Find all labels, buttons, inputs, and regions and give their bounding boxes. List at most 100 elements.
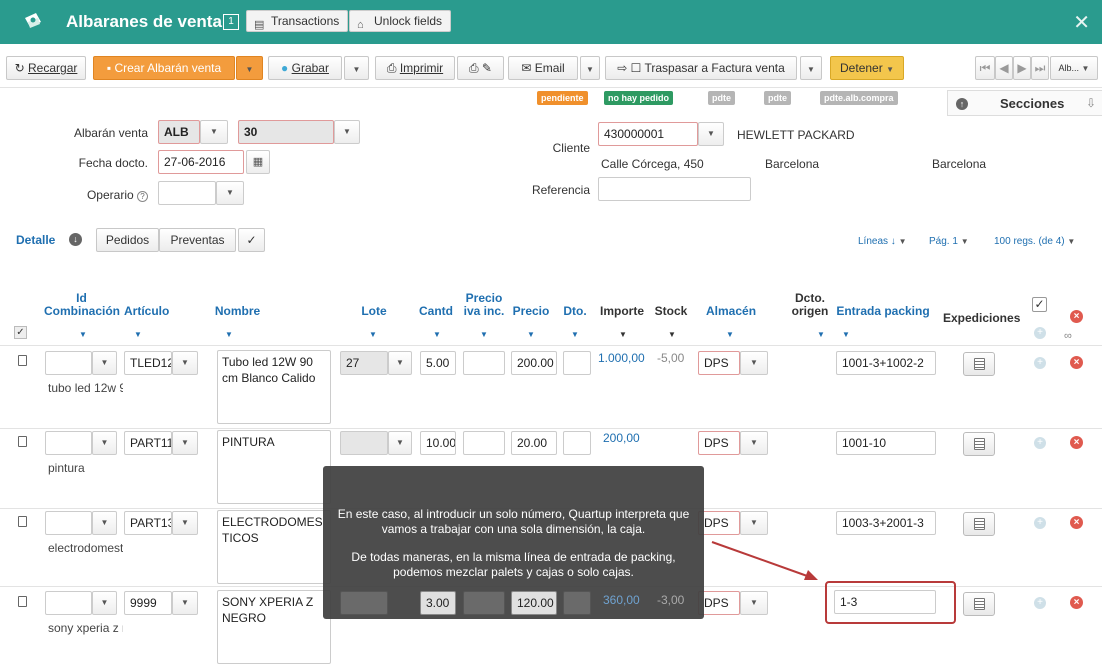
precio-field-row4[interactable]: 120.00: [511, 591, 557, 615]
first-record-icon[interactable]: ⏮: [975, 56, 995, 80]
almacen-field[interactable]: DPS: [698, 511, 740, 535]
expediciones-button[interactable]: [963, 512, 995, 536]
add-line-icon[interactable]: +: [1034, 357, 1046, 369]
operario-dropdown[interactable]: ▼: [216, 181, 244, 205]
dto-field-row4[interactable]: [563, 591, 591, 615]
almacen-dropdown[interactable]: ▼: [740, 351, 768, 375]
col-cantd[interactable]: Cantd: [418, 305, 454, 318]
col-precio-iva[interactable]: Precio iva inc.: [462, 292, 506, 318]
crear-albaran-button[interactable]: ▪ Crear Albarán venta: [93, 56, 235, 80]
entrada-packing-field[interactable]: 1003-3+2001-3: [836, 511, 936, 535]
sort-caret-stock[interactable]: ▼: [668, 330, 676, 339]
combinacion-field[interactable]: [45, 511, 92, 535]
email-button[interactable]: ✉ Email: [508, 56, 578, 80]
articulo-field[interactable]: PART13: [124, 511, 172, 535]
expediciones-button[interactable]: [963, 432, 995, 456]
serie-dropdown[interactable]: ▼: [200, 120, 228, 144]
articulo-dropdown[interactable]: ▼: [172, 431, 198, 455]
lote-dropdown[interactable]: ▼: [388, 431, 412, 455]
add-line-icon[interactable]: +: [1034, 327, 1046, 339]
delete-line-icon[interactable]: ×: [1070, 596, 1083, 609]
almacen-dropdown[interactable]: ▼: [740, 431, 768, 455]
detalle-collapse-icon[interactable]: ↓: [69, 233, 82, 246]
combinacion-field[interactable]: [45, 431, 92, 455]
help-icon[interactable]: ?: [137, 191, 148, 202]
nombre-textarea[interactable]: SONY XPERIA Z NEGRO: [217, 590, 331, 664]
secciones-panel[interactable]: ↑ Secciones ⇩: [947, 90, 1102, 116]
add-line-icon[interactable]: +: [1034, 517, 1046, 529]
cliente-dropdown[interactable]: ▼: [698, 122, 724, 146]
sort-caret-dto[interactable]: ▼: [571, 330, 579, 339]
precio-iva-field[interactable]: [463, 431, 505, 455]
calendar-icon[interactable]: ▦: [246, 150, 270, 174]
cliente-code-field[interactable]: 430000001: [598, 122, 698, 146]
expediciones-button[interactable]: [963, 352, 995, 376]
sort-caret-almacen[interactable]: ▼: [726, 330, 734, 339]
document-icon[interactable]: [18, 596, 27, 607]
add-line-icon[interactable]: +: [1034, 597, 1046, 609]
pedidos-button[interactable]: Pedidos: [96, 228, 159, 252]
add-line-icon[interactable]: +: [1034, 437, 1046, 449]
lote-field[interactable]: [340, 431, 388, 455]
sort-caret-entrada[interactable]: ▼: [842, 330, 850, 339]
entrada-packing-field[interactable]: 1001-3+1002-2: [836, 351, 936, 375]
col-dto[interactable]: Dto.: [562, 305, 588, 318]
sort-caret-cantd[interactable]: ▼: [433, 330, 441, 339]
combinacion-dropdown[interactable]: ▼: [92, 591, 117, 615]
precio-field[interactable]: 20.00: [511, 431, 557, 455]
select-all-checkbox[interactable]: ✓: [1032, 297, 1047, 312]
col-articulo[interactable]: Artículo: [124, 305, 169, 318]
sort-caret-dcto[interactable]: ▼: [817, 330, 825, 339]
articulo-dropdown[interactable]: ▼: [172, 351, 198, 375]
precio-iva-field-row4[interactable]: [463, 591, 505, 615]
nombre-textarea[interactable]: PINTURA: [217, 430, 331, 504]
transactions-button[interactable]: ▤ Transactions: [246, 10, 349, 32]
dto-field[interactable]: [563, 351, 591, 375]
sort-caret-precio-iva[interactable]: ▼: [480, 330, 488, 339]
articulo-dropdown[interactable]: ▼: [172, 591, 198, 615]
sort-caret-precio[interactable]: ▼: [527, 330, 535, 339]
registros-selector[interactable]: 100 regs. (de 4) ▼: [994, 236, 1075, 247]
fecha-docto-field[interactable]: 27-06-2016: [158, 150, 244, 174]
delete-all-icon[interactable]: ×: [1070, 310, 1083, 323]
albaran-numero-field[interactable]: 30: [238, 120, 334, 144]
almacen-dropdown[interactable]: ▼: [740, 591, 768, 615]
combinacion-dropdown[interactable]: ▼: [92, 431, 117, 455]
col-nombre[interactable]: Nombre: [210, 305, 265, 318]
document-icon[interactable]: [18, 436, 27, 447]
cantd-field[interactable]: 5.00: [420, 351, 456, 375]
lote-field[interactable]: 27: [340, 351, 388, 375]
col-lote[interactable]: Lote: [358, 305, 390, 318]
document-icon[interactable]: [18, 516, 27, 527]
sort-caret-id[interactable]: ▼: [79, 330, 87, 339]
nombre-textarea[interactable]: ELECTRODOMESTICOS: [217, 510, 331, 584]
print-edit-button[interactable]: ⎙ ✎: [457, 56, 504, 80]
lineas-sort-link[interactable]: Líneas ↓ ▼: [858, 236, 907, 247]
col-almacen[interactable]: Almacén: [706, 305, 756, 318]
pagina-selector[interactable]: Pág. 1 ▼: [929, 236, 969, 247]
numero-dropdown[interactable]: ▼: [334, 120, 360, 144]
articulo-field[interactable]: TLED12: [124, 351, 172, 375]
sort-caret-lote[interactable]: ▼: [369, 330, 377, 339]
traspasar-button[interactable]: ⇨ ☐ Traspasar a Factura venta: [605, 56, 797, 80]
grabar-dropdown-button[interactable]: ▼: [344, 56, 369, 80]
cantd-field-row4[interactable]: 3.00: [420, 591, 456, 615]
combinacion-dropdown[interactable]: ▼: [92, 511, 117, 535]
albaran-serie-field[interactable]: ALB: [158, 120, 200, 144]
combinacion-dropdown[interactable]: ▼: [92, 351, 117, 375]
precio-iva-field[interactable]: [463, 351, 505, 375]
traspasar-dropdown-button[interactable]: ▼: [800, 56, 822, 80]
crear-dropdown-button[interactable]: ▼: [236, 56, 263, 80]
col-id-combinacion[interactable]: Id Combinación: [44, 292, 120, 318]
referencia-field[interactable]: [598, 177, 751, 201]
almacen-field[interactable]: DPS: [698, 431, 740, 455]
col-entrada-packing[interactable]: Entrada packing: [836, 305, 930, 318]
document-icon[interactable]: [18, 355, 27, 366]
delete-line-icon[interactable]: ×: [1070, 356, 1083, 369]
sort-caret-nombre[interactable]: ▼: [225, 330, 233, 339]
email-dropdown-button[interactable]: ▼: [580, 56, 600, 80]
lote-dropdown[interactable]: ▼: [388, 351, 412, 375]
combinacion-field[interactable]: [45, 591, 92, 615]
recargar-button[interactable]: ↻ Recargar: [6, 56, 86, 80]
link-icon[interactable]: ∞: [1064, 330, 1072, 342]
